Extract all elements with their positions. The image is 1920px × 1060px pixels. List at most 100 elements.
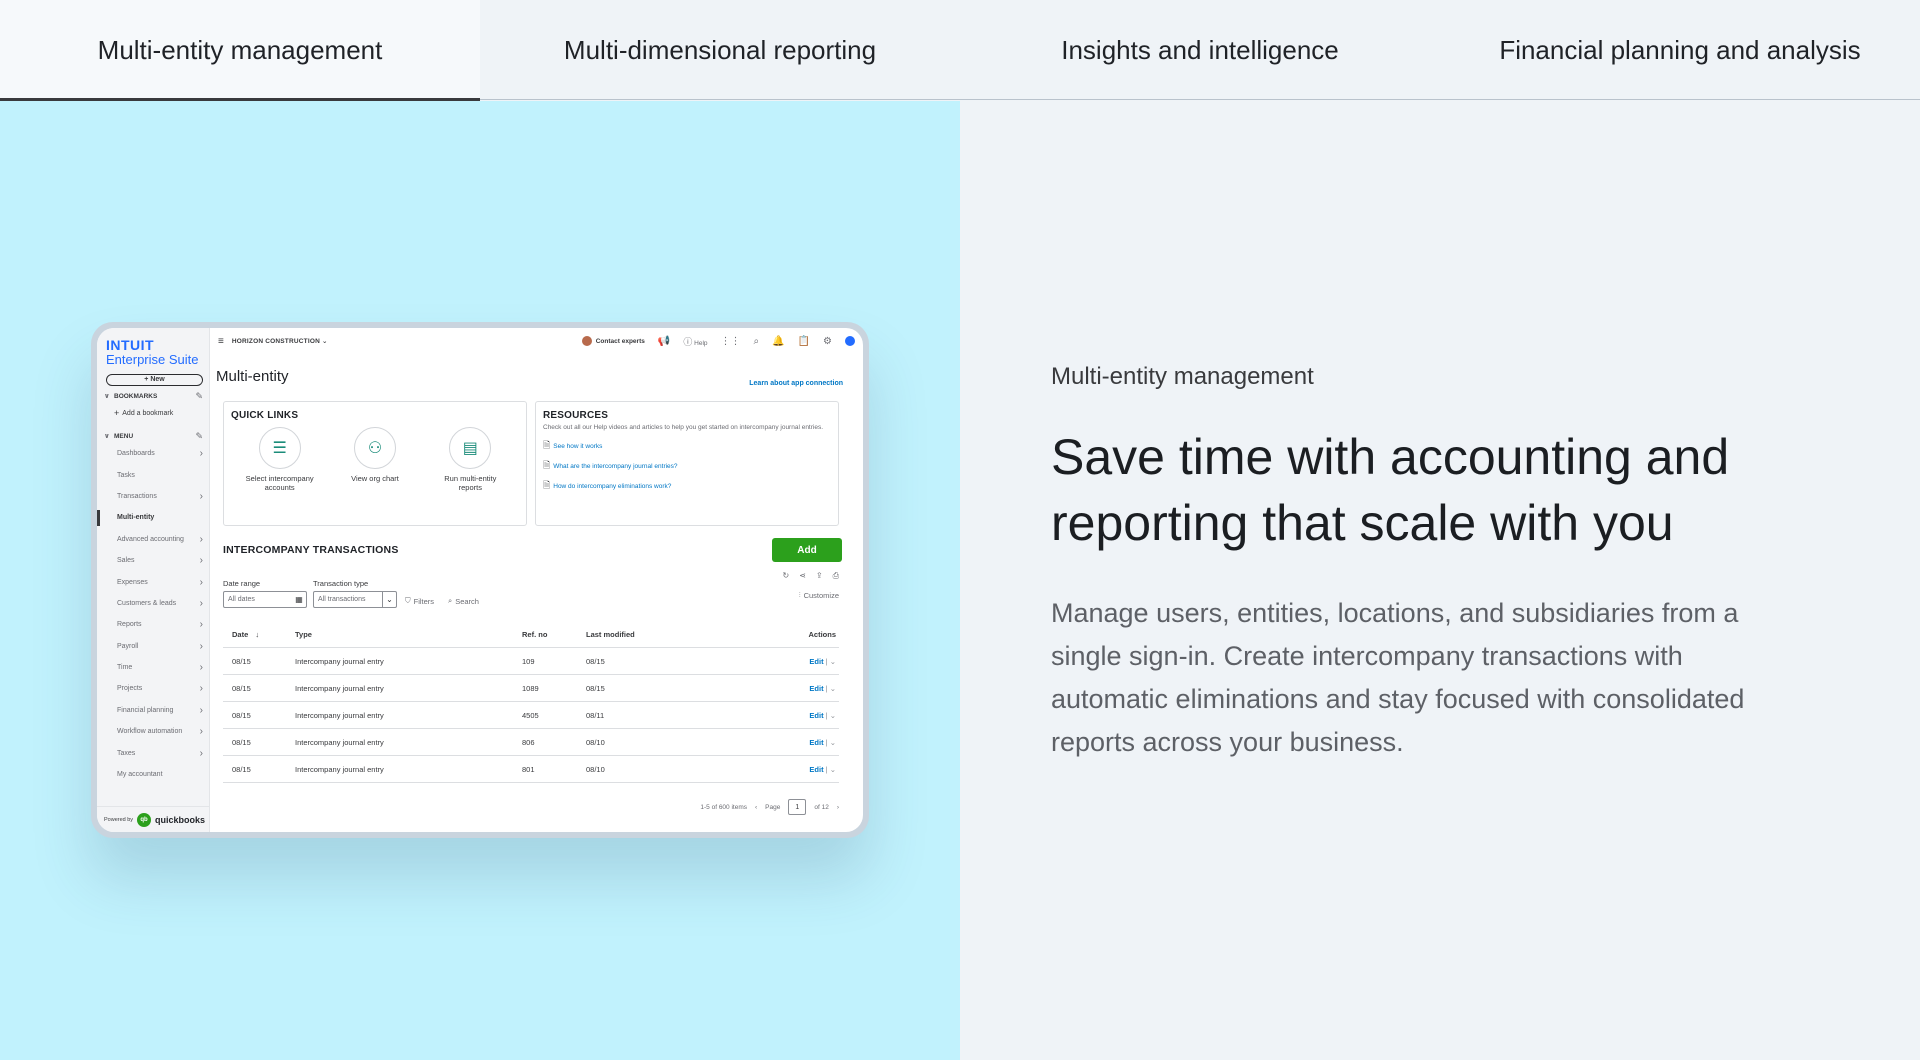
intercompany-transactions-table: Date ↓ Type Ref. no Last modified Action…	[223, 622, 839, 783]
quick-link-run-multi-entity-reports[interactable]: ▤ Run multi-entity reports	[435, 427, 505, 492]
help-button[interactable]: ⓘ Help	[683, 335, 707, 348]
pencil-icon[interactable]: ✎	[195, 431, 203, 442]
page-number-input[interactable]: 1	[788, 799, 807, 815]
learn-about-app-connection-link[interactable]: Learn about app connection	[749, 380, 843, 387]
search-label: Search	[455, 596, 479, 606]
bookmarks-section[interactable]: ∨ BOOKMARKS ✎	[97, 389, 209, 403]
resources-description: Check out all our Help videos and articl…	[543, 424, 824, 431]
sidebar-item-financial-planning[interactable]: Financial planning ›	[97, 700, 209, 721]
product-image-panel: INTUIT Enterprise Suite + New ∨ BOOKMARK…	[0, 101, 960, 1060]
add-bookmark-link[interactable]: + Add a bookmark	[97, 403, 209, 423]
sidebar-item-advanced-accounting[interactable]: Advanced accounting ›	[97, 529, 209, 550]
cell-modified: 08/10	[586, 764, 605, 774]
new-button[interactable]: + New	[106, 374, 203, 386]
resource-link-intercompany-eliminations[interactable]: 🗎 How do intercompany eliminations work?	[536, 476, 838, 496]
sidebar-item-projects[interactable]: Projects ›	[97, 678, 209, 699]
tab-financial-planning-and-analysis[interactable]: Financial planning and analysis	[1440, 0, 1920, 100]
search-button[interactable]: ⌕ Search	[448, 596, 479, 606]
sidebar-item-customers-leads[interactable]: Customers & leads ›	[97, 593, 209, 614]
pager-prev-icon[interactable]: ‹	[755, 804, 757, 811]
export-icon[interactable]: ⇪	[816, 571, 823, 581]
sidebar-item-my-accountant[interactable]: My accountant	[97, 764, 209, 785]
column-ref-no[interactable]: Ref. no	[522, 630, 586, 639]
sidebar-item-taxes[interactable]: Taxes ›	[97, 742, 209, 763]
sidebar-item-transactions[interactable]: Transactions ›	[97, 486, 209, 507]
sidebar-item-reports[interactable]: Reports ›	[97, 614, 209, 635]
chevron-right-icon: ›	[199, 662, 203, 674]
logo-intuit-text: INTUIT	[106, 337, 155, 353]
sidebar-menu-list: Dashboards › Tasks Transactions › Multi-entit…	[97, 443, 209, 785]
filters-button[interactable]: ⛉ Filters	[405, 596, 434, 606]
megaphone-icon[interactable]: 📢	[658, 336, 670, 347]
contact-experts-button[interactable]: Contact experts	[581, 336, 645, 346]
pager-item-count: 1-5 of 600 items	[700, 803, 747, 811]
pagination: 1-5 of 600 items ‹ Page 1 of 12 ›	[700, 799, 839, 815]
sidebar-item-expenses[interactable]: Expenses ›	[97, 571, 209, 592]
resources-card: RESOURCES Check out all our Help videos …	[535, 401, 839, 526]
sidebar-item-sales[interactable]: Sales ›	[97, 550, 209, 571]
cell-type: Intercompany journal entry	[295, 737, 384, 747]
company-name: HORIZON CONSTRUCTION	[231, 338, 320, 345]
sidebar-item-label: Customers & leads	[117, 599, 177, 607]
actions-dropdown-icon[interactable]: | ⌄	[824, 765, 836, 774]
add-button[interactable]: Add	[772, 538, 842, 562]
actions-dropdown-icon[interactable]: | ⌄	[824, 711, 836, 720]
customize-button[interactable]: ⫶ Customize	[799, 590, 839, 600]
sidebar-item-dashboards[interactable]: Dashboards ›	[97, 443, 209, 464]
edit-link[interactable]: Edit	[809, 711, 823, 720]
clipboard-icon[interactable]: 📋	[798, 336, 810, 347]
tab-multi-dimensional-reporting[interactable]: Multi-dimensional reporting	[480, 0, 960, 100]
tab-insights-and-intelligence[interactable]: Insights and intelligence	[960, 0, 1440, 100]
resource-link-label: How do intercompany eliminations work?	[553, 482, 672, 490]
sidebar-item-workflow-automation[interactable]: Workflow automation ›	[97, 721, 209, 742]
actions-dropdown-icon[interactable]: | ⌄	[824, 684, 836, 693]
column-date[interactable]: Date ↓	[223, 630, 295, 639]
apps-grid-icon[interactable]: ⋮⋮	[721, 336, 741, 347]
date-range-field[interactable]: All dates ▦	[223, 591, 307, 608]
chevron-down-icon: ⌄	[322, 338, 328, 345]
sidebar-item-time[interactable]: Time ›	[97, 657, 209, 678]
edit-link[interactable]: Edit	[809, 738, 823, 747]
pager-next-icon[interactable]: ›	[837, 804, 839, 811]
chevron-right-icon: ›	[199, 619, 203, 631]
cell-type: Intercompany journal entry	[295, 764, 384, 774]
print-icon[interactable]: ⎙	[833, 571, 839, 581]
table-row: 08/15 Intercompany journal entry 109 08/15 E…	[223, 648, 839, 675]
user-avatar[interactable]	[845, 336, 855, 346]
edit-link[interactable]: Edit	[809, 684, 823, 693]
sidebar-item-payroll[interactable]: Payroll ›	[97, 636, 209, 657]
chevron-right-icon: ›	[199, 555, 203, 567]
table-row: 08/15 Intercompany journal entry 801 08/10 E…	[223, 756, 839, 783]
intuit-logo: INTUIT Enterprise Suite	[97, 328, 209, 367]
report-icon: ▤	[449, 427, 492, 469]
bell-icon[interactable]: 🔔	[772, 336, 784, 347]
search-icon[interactable]: ⌕	[754, 336, 760, 347]
refresh-icon[interactable]: ↻	[782, 571, 789, 581]
feature-tabs: Multi-entity management Multi-dimensiona…	[0, 0, 1920, 101]
chevron-right-icon: ›	[199, 726, 203, 738]
share-icon[interactable]: ⋖	[799, 571, 806, 581]
edit-link[interactable]: Edit	[809, 657, 823, 666]
quick-link-select-intercompany-accounts[interactable]: ☰ Select intercompany accounts	[245, 427, 315, 492]
menu-section[interactable]: ∨ MENU ✎	[97, 429, 209, 443]
quick-link-label: Select intercompany accounts	[245, 474, 314, 492]
company-switcher[interactable]: HORIZON CONSTRUCTION ⌄	[232, 337, 328, 345]
bookmarks-label: BOOKMARKS	[114, 392, 158, 400]
actions-dropdown-icon[interactable]: | ⌄	[824, 657, 836, 666]
resource-link-see-how-it-works[interactable]: 🗎 See how it works	[536, 436, 838, 456]
column-last-modified[interactable]: Last modified	[586, 630, 736, 639]
transaction-type-select[interactable]: All transactions ⌄	[313, 591, 397, 608]
sidebar-item-tasks[interactable]: Tasks	[97, 464, 209, 485]
tab-multi-entity-management[interactable]: Multi-entity management	[0, 0, 480, 101]
menu-label: MENU	[114, 432, 134, 440]
quick-link-view-org-chart[interactable]: ⚇ View org chart	[340, 427, 410, 492]
edit-link[interactable]: Edit	[809, 765, 823, 774]
sidebar-item-multi-entity[interactable]: Multi-entity	[97, 507, 209, 528]
pencil-icon[interactable]: ✎	[195, 391, 203, 402]
column-type[interactable]: Type	[295, 630, 522, 639]
gear-icon[interactable]: ⚙	[823, 336, 832, 347]
hamburger-menu-icon[interactable]: ≡	[218, 336, 224, 347]
actions-dropdown-icon[interactable]: | ⌄	[824, 738, 836, 747]
resource-link-intercompany-journal-entries[interactable]: 🗎 What are the intercompany journal entr…	[536, 456, 838, 476]
document-icon: 🗎	[543, 440, 551, 450]
